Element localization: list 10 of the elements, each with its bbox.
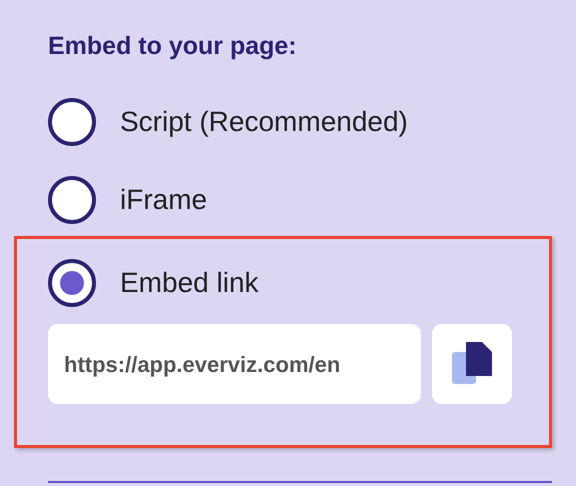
- radio-button[interactable]: [48, 98, 96, 146]
- copy-icon: [452, 342, 492, 386]
- option-label: Embed link: [120, 269, 259, 297]
- radio-button[interactable]: [48, 176, 96, 224]
- option-label: iFrame: [120, 186, 208, 214]
- option-label: Script (Recommended): [120, 108, 408, 136]
- link-field[interactable]: https://app.everviz.com/en: [48, 324, 421, 404]
- heading: Embed to your page:: [48, 34, 297, 59]
- radio-button[interactable]: [48, 259, 96, 307]
- copy-button[interactable]: [432, 324, 512, 404]
